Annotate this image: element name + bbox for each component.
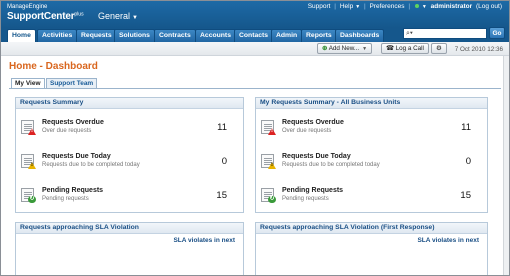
action-toolbar: ⊕ Add New... ▼ ☎ Log a Call ⚙ [1,42,509,56]
due-today-icon: ! [21,154,36,169]
row-subtitle: Pending requests [42,196,89,202]
summary-row-overdue[interactable]: ! Requests Overdue Over due requests 11 [256,118,487,144]
sla-first-response-panel: Requests approaching SLA Violation (Firs… [255,222,488,275]
row-subtitle: Requests due to be completed today [42,162,140,168]
row-title[interactable]: Requests Overdue [282,119,344,126]
help-link[interactable]: Help [340,3,353,10]
panel-title: Requests approaching SLA Violation [16,223,243,234]
app-window: ManageEngine SupportCenterplus General ▼ … [0,0,510,276]
sla-violates-label: SLA violates in next [417,237,479,244]
sla-violation-panel: Requests approaching SLA Violation SLA v… [15,222,244,275]
tab-solutions[interactable]: Solutions [114,29,155,42]
plus-icon: ⊕ [322,45,328,52]
row-count[interactable]: 0 [222,156,227,167]
row-subtitle: Over due requests [42,128,92,134]
overdue-icon: ! [21,120,36,135]
pending-icon: ↻ [261,188,276,203]
add-new-button[interactable]: ⊕ Add New... ▼ [317,43,373,54]
tab-requests[interactable]: Requests [76,29,117,42]
row-title[interactable]: Pending Requests [282,187,343,194]
tab-contacts[interactable]: Contacts [234,29,274,42]
row-subtitle: Over due requests [282,128,332,134]
tab-contracts[interactable]: Contracts [154,29,196,42]
panel-title: Requests Summary [16,98,243,109]
sla-violates-label: SLA violates in next [173,237,235,244]
edition-selector[interactable]: General ▼ [98,11,138,21]
row-count[interactable]: 0 [466,156,471,167]
tab-home[interactable]: Home [7,29,36,43]
search-icon[interactable]: ⌕▾ [406,30,413,38]
separator: | [408,3,411,10]
bell-icon: ⚙ [436,45,442,52]
phone-icon: ☎ [386,45,394,52]
summary-row-overdue[interactable]: ! Requests Overdue Over due requests 11 [16,118,243,144]
row-title[interactable]: Pending Requests [42,187,103,194]
summary-row-due-today[interactable]: ! Requests Due Today Requests due to be … [16,152,243,178]
tab-dashboards[interactable]: Dashboards [335,29,385,42]
summary-row-pending[interactable]: ↻ Pending Requests Pending requests 15 [256,186,487,212]
summary-row-due-today[interactable]: ! Requests Due Today Requests due to be … [256,152,487,178]
row-title[interactable]: Requests Due Today [282,153,351,160]
separator: | [334,3,336,10]
row-count[interactable]: 15 [216,190,227,201]
requests-summary-panel: Requests Summary ! Requests Overdue Over… [15,97,244,213]
row-count[interactable]: 11 [461,122,471,133]
top-links: Support | Help ▼ | Preferences | ▼ admini… [307,3,503,10]
chevron-down-icon: ▼ [421,4,427,10]
chevron-down-icon: ▼ [355,4,361,10]
scrollbar[interactable] [503,56,509,275]
user-name[interactable]: administrator [431,3,473,10]
divider [9,88,501,89]
log-call-label: Log a Call [395,45,424,52]
add-new-label: Add New... [328,45,360,52]
brand-plus: plus [74,11,84,18]
due-today-icon: ! [261,154,276,169]
top-header: ManageEngine SupportCenterplus General ▼ … [1,1,509,28]
tab-activities[interactable]: Activities [37,29,78,42]
overdue-icon: ! [261,120,276,135]
brand-main: SupportCenter [7,11,75,22]
brand-small: ManageEngine [7,4,48,10]
summary-row-pending[interactable]: ↻ Pending Requests Pending requests 15 [16,186,243,212]
row-title[interactable]: Requests Due Today [42,153,111,160]
page-title: Home - Dashboard [9,61,98,72]
my-requests-summary-panel: My Requests Summary - All Business Units… [255,97,488,213]
panel-title: Requests approaching SLA Violation (Firs… [256,223,487,234]
tab-accounts[interactable]: Accounts [195,29,236,42]
support-link[interactable]: Support [308,3,331,10]
row-title[interactable]: Requests Overdue [42,119,104,126]
chevron-down-icon: ▼ [132,15,138,21]
row-count[interactable]: 11 [217,122,227,133]
panel-title: My Requests Summary - All Business Units [256,98,487,109]
pending-icon: ↻ [21,188,36,203]
chevron-down-icon: ▼ [362,46,368,52]
preferences-link[interactable]: Preferences [369,3,404,10]
tab-admin[interactable]: Admin [271,29,303,42]
log-call-button[interactable]: ☎ Log a Call [381,43,429,54]
tab-reports[interactable]: Reports [301,29,337,42]
row-subtitle: Pending requests [282,196,329,202]
logo[interactable]: ManageEngine SupportCenterplus [7,4,84,22]
row-subtitle: Requests due to be completed today [282,162,380,168]
status-dot-icon [414,4,419,9]
edition-label: General [98,11,131,21]
logout-link[interactable]: (Log out) [476,3,502,10]
search-input[interactable]: ⌕▾ [403,28,487,39]
separator: | [363,3,366,10]
current-datetime: 7 Oct 2010 12:36 [454,46,503,53]
row-count[interactable]: 15 [460,190,471,201]
reminders-button[interactable]: ⚙ [431,43,447,54]
go-button[interactable]: Go [489,27,505,39]
